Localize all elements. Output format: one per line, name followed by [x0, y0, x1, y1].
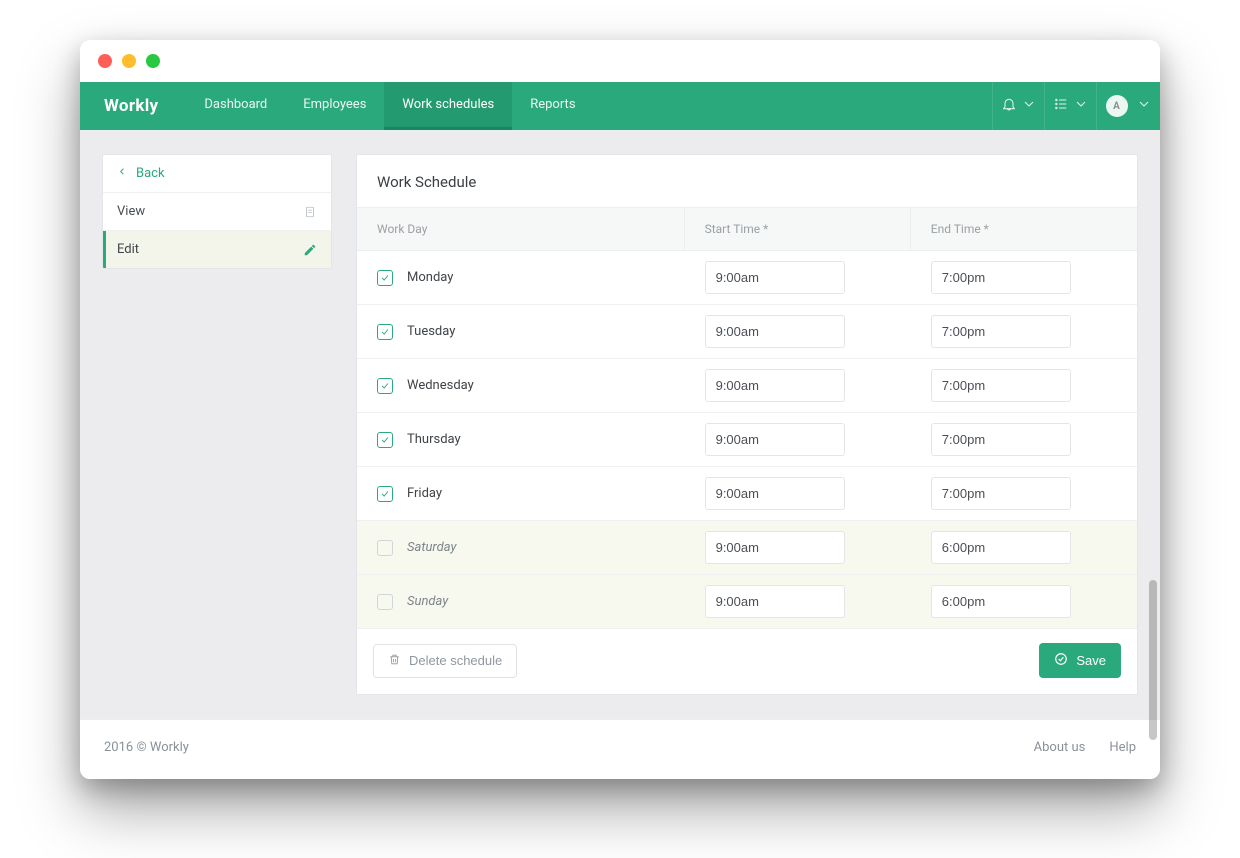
nav-link-work-schedules[interactable]: Work schedules	[384, 82, 512, 130]
day-row-thursday: Thursday	[357, 413, 1137, 467]
sidebar: Back View Edit	[102, 154, 332, 269]
chevron-down-icon	[1136, 96, 1152, 116]
delete-schedule-label: Delete schedule	[409, 653, 502, 668]
pencil-icon	[303, 243, 317, 257]
day-checkbox[interactable]	[377, 540, 393, 556]
content-area: Back View Edit	[80, 130, 1160, 719]
start-time-input[interactable]	[705, 477, 845, 510]
day-row-sunday: Sunday	[357, 575, 1137, 629]
arrow-left-icon	[117, 166, 128, 181]
nav-link-dashboard[interactable]: Dashboard	[186, 82, 285, 130]
clipboard-icon	[303, 205, 317, 219]
delete-schedule-button[interactable]: Delete schedule	[373, 644, 517, 678]
end-time-input[interactable]	[931, 315, 1071, 348]
sidebar-back[interactable]: Back	[103, 155, 331, 192]
footer-copyright: 2016 © Workly	[104, 740, 189, 755]
bell-icon	[1001, 96, 1017, 116]
day-checkbox[interactable]	[377, 378, 393, 394]
save-button[interactable]: Save	[1039, 643, 1121, 678]
nav-links: DashboardEmployeesWork schedulesReports	[186, 82, 593, 130]
save-label: Save	[1076, 653, 1106, 668]
panel-actions: Delete schedule Save	[357, 629, 1137, 694]
day-label: Monday	[407, 270, 453, 285]
window-titlebar	[80, 40, 1160, 82]
end-time-input[interactable]	[931, 369, 1071, 402]
nav-link-employees[interactable]: Employees	[285, 82, 384, 130]
day-label: Sunday	[407, 594, 448, 609]
start-time-input[interactable]	[705, 585, 845, 618]
day-row-wednesday: Wednesday	[357, 359, 1137, 413]
day-label: Thursday	[407, 432, 461, 447]
day-checkbox[interactable]	[377, 324, 393, 340]
chevron-down-icon	[1073, 96, 1089, 116]
app-window: Workly DashboardEmployeesWork schedulesR…	[80, 40, 1160, 779]
end-time-input[interactable]	[931, 477, 1071, 510]
day-checkbox[interactable]	[377, 270, 393, 286]
day-checkbox[interactable]	[377, 486, 393, 502]
day-label: Saturday	[407, 540, 456, 555]
chevron-down-icon	[1021, 96, 1037, 116]
day-label: Tuesday	[407, 324, 455, 339]
column-header-workday: Work Day	[357, 208, 685, 250]
notifications-menu[interactable]	[992, 82, 1044, 130]
sidebar-edit[interactable]: Edit	[103, 230, 331, 268]
day-checkbox[interactable]	[377, 432, 393, 448]
sidebar-back-label: Back	[136, 166, 165, 181]
schedule-panel: Work Schedule Work Day Start Time * End …	[356, 154, 1138, 695]
day-checkbox[interactable]	[377, 594, 393, 610]
column-header-start: Start Time *	[685, 208, 911, 250]
check-circle-icon	[1054, 652, 1068, 669]
day-rows: Monday Tuesday Wednesday Thursday Friday Satu…	[357, 251, 1137, 629]
day-label: Wednesday	[407, 378, 474, 393]
panel-title: Work Schedule	[357, 155, 1137, 207]
start-time-input[interactable]	[705, 261, 845, 294]
day-label: Friday	[407, 486, 442, 501]
column-header-row: Work Day Start Time * End Time *	[357, 207, 1137, 251]
day-row-tuesday: Tuesday	[357, 305, 1137, 359]
list-icon	[1053, 96, 1069, 116]
brand-text: Workly	[104, 96, 158, 116]
end-time-input[interactable]	[931, 423, 1071, 456]
end-time-input[interactable]	[931, 531, 1071, 564]
sidebar-edit-label: Edit	[117, 242, 139, 257]
minimize-window-dot[interactable]	[122, 54, 136, 68]
footer-help-link[interactable]: Help	[1109, 740, 1136, 755]
sidebar-card: Back View Edit	[102, 154, 332, 269]
nav-link-reports[interactable]: Reports	[512, 82, 593, 130]
nav-right: A	[992, 82, 1160, 130]
footer-about-link[interactable]: About us	[1034, 740, 1086, 755]
top-navbar: Workly DashboardEmployeesWork schedulesR…	[80, 82, 1160, 130]
trash-icon	[388, 653, 401, 669]
day-row-monday: Monday	[357, 251, 1137, 305]
list-menu[interactable]	[1044, 82, 1096, 130]
scrollbar-thumb[interactable]	[1149, 580, 1157, 740]
start-time-input[interactable]	[705, 423, 845, 456]
scrollbar[interactable]	[1148, 140, 1158, 767]
avatar: A	[1106, 95, 1128, 117]
end-time-input[interactable]	[931, 261, 1071, 294]
column-header-end: End Time *	[911, 208, 1137, 250]
end-time-input[interactable]	[931, 585, 1071, 618]
start-time-input[interactable]	[705, 315, 845, 348]
close-window-dot[interactable]	[98, 54, 112, 68]
brand-logo[interactable]: Workly	[80, 82, 186, 130]
start-time-input[interactable]	[705, 369, 845, 402]
footer-links: About us Help	[1034, 740, 1136, 755]
user-menu[interactable]: A	[1096, 82, 1160, 130]
sidebar-view-label: View	[117, 204, 145, 219]
zoom-window-dot[interactable]	[146, 54, 160, 68]
day-row-saturday: Saturday	[357, 521, 1137, 575]
start-time-input[interactable]	[705, 531, 845, 564]
sidebar-view[interactable]: View	[103, 192, 331, 230]
day-row-friday: Friday	[357, 467, 1137, 521]
footer: 2016 © Workly About us Help	[80, 719, 1160, 779]
